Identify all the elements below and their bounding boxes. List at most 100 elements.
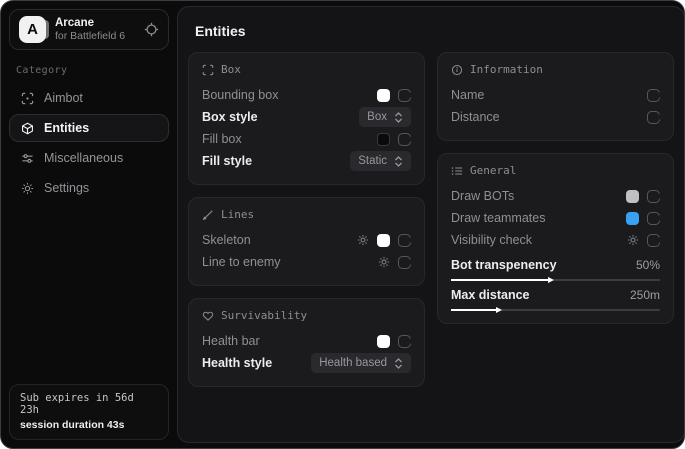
checkbox[interactable] (647, 212, 660, 225)
setting-row-fill-style: Fill style Static (202, 150, 411, 172)
checkbox[interactable] (398, 335, 411, 348)
unfold-arrows-icon (394, 358, 403, 369)
color-swatch[interactable] (377, 89, 390, 102)
dropdown-value: Health based (319, 357, 387, 369)
survivability-card: Survivability Health bar Health style He… (188, 298, 425, 387)
left-column: Box Bounding box Box style Box (188, 52, 425, 387)
card-title: Survivability (221, 309, 307, 322)
page-title: Entities (195, 23, 674, 39)
sidebar-item-label: Settings (44, 181, 89, 195)
bot-transparency-slider[interactable] (451, 279, 660, 281)
setting-label: Draw teammates (451, 211, 545, 225)
information-icon (451, 64, 463, 76)
fill-style-dropdown[interactable]: Static (350, 151, 411, 171)
gear-icon[interactable] (357, 234, 369, 246)
checkbox[interactable] (647, 234, 660, 247)
health-style-dropdown[interactable]: Health based (311, 353, 411, 373)
lines-pencil-icon (202, 209, 214, 221)
brand-subtitle: for Battlefield 6 (55, 30, 135, 42)
general-card: General Draw BOTs Draw teammates (437, 153, 674, 324)
brand-text: Arcane for Battlefield 6 (55, 17, 135, 42)
app-window: A Arcane for Battlefield 6 Category (0, 0, 685, 449)
setting-row-box-style: Box style Box (202, 106, 411, 128)
setting-label: Bounding box (202, 88, 278, 102)
box-style-dropdown[interactable]: Box (359, 107, 411, 127)
slider-label: Bot transpenency (451, 258, 557, 272)
color-swatch[interactable] (377, 133, 390, 146)
max-distance-slider-group: Max distance 250m (451, 287, 660, 311)
survivability-card-header: Survivability (202, 309, 411, 322)
setting-label: Name (451, 88, 484, 102)
setting-row-distance: Distance (451, 106, 660, 128)
setting-label: Draw BOTs (451, 189, 514, 203)
brand-name: Arcane (55, 17, 135, 29)
gear-icon[interactable] (378, 256, 390, 268)
slider-label: Max distance (451, 288, 530, 302)
setting-label: Skeleton (202, 233, 251, 247)
general-card-header: General (451, 164, 660, 177)
unfold-arrows-icon (394, 156, 403, 167)
sliders-icon (20, 152, 34, 165)
checkbox[interactable] (398, 234, 411, 247)
setting-row-health-style: Health style Health based (202, 352, 411, 374)
category-label: Category (16, 65, 169, 76)
checkbox[interactable] (647, 111, 660, 124)
setting-row-fill-box: Fill box (202, 128, 411, 150)
subscription-footer: Sub expires in 56d 23h session duration … (9, 384, 169, 440)
setting-row-visibility-check: Visibility check (451, 229, 660, 251)
brand-card: A Arcane for Battlefield 6 (9, 9, 169, 50)
color-swatch[interactable] (626, 190, 639, 203)
information-card-header: Information (451, 63, 660, 76)
sidebar: A Arcane for Battlefield 6 Category (1, 1, 177, 448)
box-card-header: Box (202, 63, 411, 76)
checkbox[interactable] (398, 256, 411, 269)
checkbox[interactable] (398, 89, 411, 102)
card-title: Box (221, 63, 241, 76)
slider-fill[interactable] (451, 279, 549, 281)
setting-row-bounding-box: Bounding box (202, 84, 411, 106)
setting-label: Box style (202, 110, 258, 124)
bot-transparency-slider-group: Bot transpenency 50% (451, 257, 660, 281)
dropdown-value: Box (367, 111, 387, 123)
general-list-icon (451, 165, 463, 177)
checkbox[interactable] (398, 133, 411, 146)
setting-row-draw-bots: Draw BOTs (451, 185, 660, 207)
setting-label: Distance (451, 110, 500, 124)
max-distance-slider[interactable] (451, 309, 660, 311)
main-panel: Entities Box Bounding box (177, 6, 685, 443)
checkbox[interactable] (647, 190, 660, 203)
setting-label: Fill box (202, 132, 242, 146)
sidebar-item-entities[interactable]: Entities (9, 114, 169, 142)
slider-value: 50% (636, 258, 660, 272)
setting-row-draw-teammates: Draw teammates (451, 207, 660, 229)
setting-label: Fill style (202, 154, 252, 168)
card-title: Information (470, 63, 543, 76)
sidebar-item-settings[interactable]: Settings (9, 174, 169, 202)
setting-row-skeleton: Skeleton (202, 229, 411, 251)
setting-row-health-bar: Health bar (202, 330, 411, 352)
setting-row-name: Name (451, 84, 660, 106)
color-swatch[interactable] (377, 234, 390, 247)
survivability-heart-icon (202, 310, 214, 322)
slider-value: 250m (630, 288, 660, 302)
right-column: Information Name Distance (437, 52, 674, 324)
color-swatch[interactable] (377, 335, 390, 348)
crosshair-settings-icon[interactable] (144, 22, 159, 37)
card-title: Lines (221, 208, 254, 221)
brand-logo: A (19, 16, 46, 43)
setting-label: Line to enemy (202, 255, 281, 269)
color-swatch[interactable] (626, 212, 639, 225)
sidebar-item-aimbot[interactable]: Aimbot (9, 84, 169, 112)
setting-row-line-to-enemy: Line to enemy (202, 251, 411, 273)
gear-icon[interactable] (627, 234, 639, 246)
slider-fill[interactable] (451, 309, 497, 311)
lines-card-header: Lines (202, 208, 411, 221)
setting-label: Health style (202, 356, 272, 370)
card-title: General (470, 164, 516, 177)
card-columns: Box Bounding box Box style Box (188, 52, 674, 387)
sidebar-item-miscellaneous[interactable]: Miscellaneous (9, 144, 169, 172)
checkbox[interactable] (647, 89, 660, 102)
lines-card: Lines Skeleton (188, 197, 425, 286)
sub-expiry-text: Sub expires in 56d 23h (20, 392, 158, 416)
dropdown-value: Static (358, 155, 387, 167)
